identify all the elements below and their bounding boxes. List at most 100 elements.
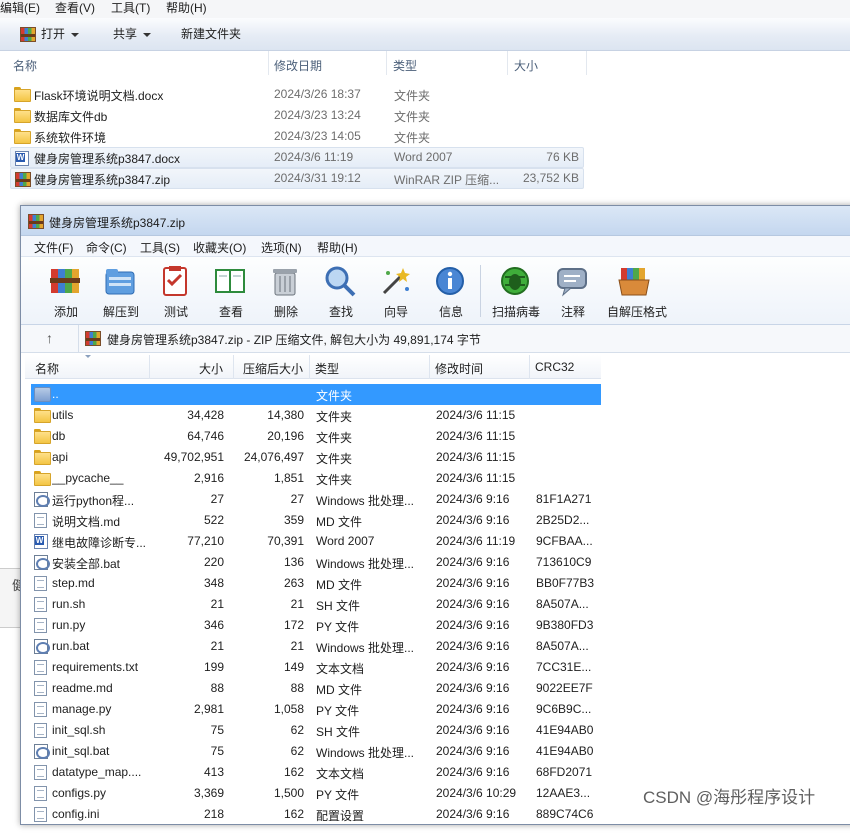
file-name: 运行python程...: [52, 494, 135, 508]
delete-button[interactable]: 删除: [256, 261, 316, 321]
extract-to-button[interactable]: 解压到: [91, 261, 151, 321]
column-divider[interactable]: [586, 51, 587, 75]
file-modified: 2024/3/6 9:16: [436, 639, 510, 653]
column-size[interactable]: 大小: [514, 57, 538, 74]
winrar-file-list[interactable]: 名称 大小 压缩后大小 类型 修改时间 CRC32 .. 文件夹 utils 34,4…: [21, 353, 850, 833]
wizard-button[interactable]: 向导: [366, 261, 426, 321]
menu-commands[interactable]: 命令(C): [86, 239, 127, 256]
menu-file[interactable]: 文件(F): [34, 239, 73, 256]
add-button[interactable]: 添加: [36, 261, 96, 321]
file-name: Flask环境说明文档.docx: [34, 89, 164, 103]
explorer-row[interactable]: 系统软件环境 2024/3/23 14:05 文件夹: [10, 126, 584, 147]
find-button[interactable]: 查找: [311, 261, 371, 321]
up-one-level-button[interactable]: ↑: [21, 325, 79, 352]
text-file-icon: [34, 681, 47, 696]
file-row[interactable]: run.bat 21 21 Windows 批处理... 2024/3/6 9:16 8A…: [31, 636, 601, 657]
column-divider[interactable]: [386, 51, 387, 75]
rar-archive-icon: [28, 214, 44, 229]
rar-archive-icon: [85, 331, 101, 346]
menu-tools[interactable]: 工具(S): [140, 239, 180, 256]
file-row[interactable]: init_sql.bat 75 62 Windows 批处理... 2024/3/6 9…: [31, 741, 601, 762]
new-folder-button[interactable]: 新建文件夹: [181, 18, 241, 51]
menu-help[interactable]: 帮助(H): [317, 239, 358, 256]
share-button[interactable]: 共享: [113, 18, 152, 51]
file-row[interactable]: configs.py 3,369 1,500 PY 文件 2024/3/6 10:29 1…: [31, 783, 601, 804]
file-row[interactable]: manage.py 2,981 1,058 PY 文件 2024/3/6 9:16 9C6…: [31, 699, 601, 720]
winrar-titlebar[interactable]: 健身房管理系统p3847.zip: [21, 206, 850, 236]
file-row[interactable]: run.sh 21 21 SH 文件 2024/3/6 9:16 8A507A...: [31, 594, 601, 615]
file-name: config.ini: [52, 807, 100, 821]
column-type[interactable]: 类型: [393, 57, 417, 74]
word-doc-icon: [15, 151, 29, 166]
file-crc32: 41E94AB0: [536, 744, 594, 758]
file-row[interactable]: .. 文件夹: [31, 384, 601, 405]
file-row[interactable]: datatype_map.... 413 162 文本文档 2024/3/6 9:16 6…: [31, 762, 601, 783]
file-type: 文件夹: [316, 452, 353, 466]
menu-edit[interactable]: 编辑(E): [0, 0, 40, 16]
file-name: __pycache__: [52, 471, 124, 485]
column-size[interactable]: 大小: [199, 360, 223, 377]
file-modified: 2024/3/6 9:16: [436, 723, 510, 737]
explorer-row[interactable]: Flask环境说明文档.docx 2024/3/26 18:37 文件夹: [10, 84, 584, 105]
column-divider[interactable]: [233, 355, 234, 379]
file-row[interactable]: 运行python程... 27 27 Windows 批处理... 2024/3/6 9…: [31, 489, 601, 510]
column-divider[interactable]: [309, 355, 310, 379]
file-row[interactable]: 继电故障诊断专... 77,210 70,391 Word 2007 2024/3/6 …: [31, 531, 601, 552]
view-button[interactable]: 查看: [201, 261, 261, 321]
file-packed-size: 136: [283, 555, 304, 569]
virus-scan-button[interactable]: 扫描病毒: [486, 261, 546, 321]
file-size: 413: [203, 765, 224, 779]
column-name[interactable]: 名称: [13, 57, 37, 74]
file-row[interactable]: 安装全部.bat 220 136 Windows 批处理... 2024/3/6 9:1…: [31, 552, 601, 573]
column-divider[interactable]: [507, 51, 508, 75]
column-name[interactable]: 名称: [35, 360, 59, 377]
file-row[interactable]: api 49,702,951 24,076,497 文件夹 2024/3/6 11:15: [31, 447, 601, 468]
column-divider[interactable]: [149, 355, 150, 379]
file-row[interactable]: run.py 346 172 PY 文件 2024/3/6 9:16 9B380FD3: [31, 615, 601, 636]
menu-favorites[interactable]: 收藏夹(O): [193, 239, 246, 256]
file-size: 199: [203, 660, 224, 674]
test-button[interactable]: 测试: [146, 261, 206, 321]
file-list-header: 名称 大小 压缩后大小 类型 修改时间 CRC32: [25, 355, 601, 379]
file-row[interactable]: requirements.txt 199 149 文本文档 2024/3/6 9:16 7…: [31, 657, 601, 678]
file-packed-size: 24,076,497: [243, 450, 304, 464]
explorer-row[interactable]: 数据库文件db 2024/3/23 13:24 文件夹: [10, 105, 584, 126]
file-row[interactable]: utils 34,428 14,380 文件夹 2024/3/6 11:15: [31, 405, 601, 426]
file-row[interactable]: config.ini 218 162 配置设置 2024/3/6 9:16 889C74C…: [31, 804, 601, 825]
menu-options[interactable]: 选项(N): [261, 239, 302, 256]
file-row[interactable]: __pycache__ 2,916 1,851 文件夹 2024/3/6 11:15: [31, 468, 601, 489]
file-name: run.bat: [52, 639, 90, 653]
column-crc32[interactable]: CRC32: [535, 360, 574, 374]
file-packed-size: 1,500: [273, 786, 304, 800]
column-date[interactable]: 修改日期: [274, 57, 322, 74]
file-packed-size: 1,058: [273, 702, 304, 716]
sfx-label: 自解压格式: [606, 305, 667, 319]
file-modified: 2024/3/6 9:16: [436, 744, 510, 758]
file-type: Windows 批处理...: [316, 557, 415, 571]
sfx-button[interactable]: 自解压格式: [605, 261, 669, 321]
column-divider[interactable]: [268, 51, 269, 75]
column-divider[interactable]: [429, 355, 430, 379]
file-row[interactable]: 说明文档.md 522 359 MD 文件 2024/3/6 9:16 2B25D2...: [31, 510, 601, 531]
comment-button[interactable]: 注释: [543, 261, 603, 321]
menu-view[interactable]: 查看(V): [55, 0, 95, 16]
file-crc32: 81F1A271: [536, 492, 592, 506]
explorer-row[interactable]: 健身房管理系统p3847.docx 2024/3/6 11:19 Word 20…: [10, 147, 584, 168]
column-type[interactable]: 类型: [315, 360, 339, 377]
explorer-row[interactable]: 健身房管理系统p3847.zip 2024/3/31 19:12 WinRAR …: [10, 168, 584, 189]
file-row[interactable]: db 64,746 20,196 文件夹 2024/3/6 11:15: [31, 426, 601, 447]
open-button[interactable]: 打开: [20, 18, 80, 51]
test-label: 测试: [163, 305, 188, 319]
column-modified[interactable]: 修改时间: [435, 360, 483, 377]
file-row[interactable]: step.md 348 263 MD 文件 2024/3/6 9:16 BB0F77B3: [31, 573, 601, 594]
file-row[interactable]: init_sql.sh 75 62 SH 文件 2024/3/6 9:16 41E94AB…: [31, 720, 601, 741]
file-row[interactable]: readme.md 88 88 MD 文件 2024/3/6 9:16 9022EE7F: [31, 678, 601, 699]
column-packed-size[interactable]: 压缩后大小: [243, 360, 303, 377]
menu-help[interactable]: 帮助(H): [166, 0, 207, 16]
column-divider[interactable]: [529, 355, 530, 379]
sfx-archive-icon: [618, 268, 650, 296]
info-button[interactable]: 信息: [421, 261, 481, 321]
file-date: 2024/3/23 13:24: [274, 108, 361, 122]
menu-tools[interactable]: 工具(T): [111, 0, 150, 16]
file-name: run.sh: [52, 597, 86, 611]
